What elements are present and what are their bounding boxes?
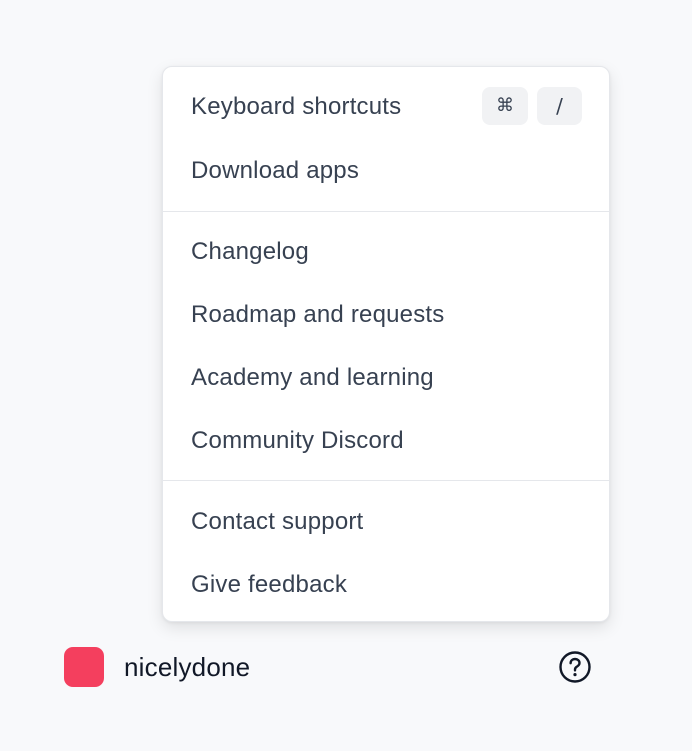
menu-item-label: Community Discord <box>191 427 404 454</box>
workspace-name[interactable]: nicelydone <box>124 646 250 688</box>
menu-divider <box>163 211 609 212</box>
menu-item-contact-support[interactable]: Contact support <box>191 502 363 542</box>
menu-item-changelog[interactable]: Changelog <box>191 232 309 272</box>
menu-item-download-apps[interactable]: Download apps <box>191 151 359 191</box>
menu-item-label: Roadmap and requests <box>191 301 445 328</box>
menu-item-label: Academy and learning <box>191 364 434 391</box>
workspace-footer: nicelydone <box>64 646 604 688</box>
workspace-avatar[interactable] <box>64 647 104 687</box>
command-key-icon: ⌘ <box>482 87 528 125</box>
menu-item-label: Changelog <box>191 238 309 265</box>
question-circle-icon[interactable] <box>558 650 592 684</box>
menu-item-label: Keyboard shortcuts <box>191 93 402 120</box>
menu-item-label: Contact support <box>191 508 364 535</box>
menu-item-label: Give feedback <box>191 571 348 598</box>
menu-item-give-feedback[interactable]: Give feedback <box>191 565 347 605</box>
slash-key-badge: / <box>537 87 582 125</box>
menu-item-label: Download apps <box>191 157 360 184</box>
menu-item-roadmap[interactable]: Roadmap and requests <box>191 295 445 335</box>
menu-item-keyboard-shortcuts[interactable]: Keyboard shortcuts <box>191 87 401 127</box>
help-menu: Keyboard shortcuts ⌘ / Download apps Cha… <box>162 66 610 622</box>
menu-item-academy[interactable]: Academy and learning <box>191 358 434 398</box>
menu-item-community-discord[interactable]: Community Discord <box>191 421 404 461</box>
menu-divider <box>163 480 609 481</box>
